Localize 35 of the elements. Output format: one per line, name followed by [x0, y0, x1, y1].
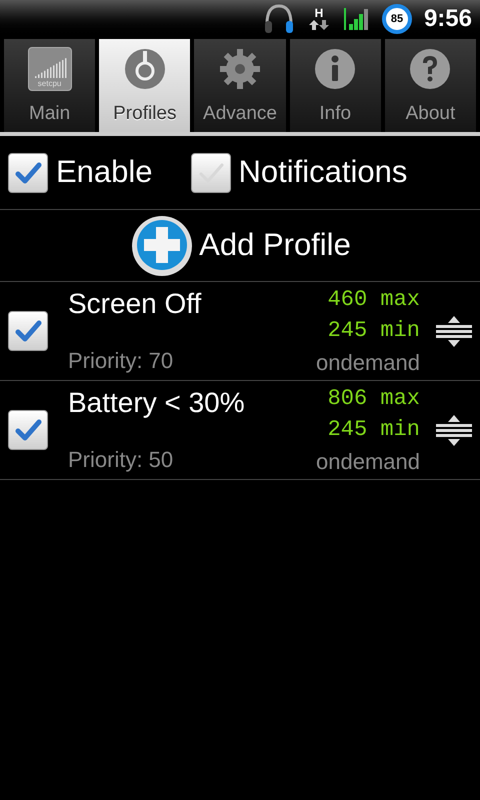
checkbox-label: Notifications — [238, 153, 408, 192]
profile-priority: Priority: 50 — [68, 449, 174, 471]
logo-text: setcpu — [38, 80, 62, 88]
tab[interactable]: About — [384, 39, 476, 132]
bar-chart-icon — [32, 58, 67, 80]
drag-handle-icon[interactable] — [436, 414, 472, 446]
tab[interactable]: Profiles — [99, 39, 190, 132]
info-icon — [313, 47, 358, 91]
max-frequency: 460 max — [328, 286, 420, 314]
data-arrows-icon — [308, 19, 330, 31]
drag-handle-icon[interactable] — [436, 315, 472, 347]
profile-priority: Priority: 70 — [68, 350, 174, 372]
max-frequency: 806 max — [328, 385, 420, 412]
checkbox[interactable] — [190, 152, 231, 192]
profile-name: Battery < 30% — [68, 389, 246, 417]
add-profile-button[interactable]: Add Profile — [0, 210, 480, 282]
checkbox[interactable] — [8, 152, 48, 192]
power-knob-icon — [122, 47, 167, 91]
checkbox-label: Enable — [56, 153, 153, 192]
min-frequency: 245 min — [328, 416, 420, 444]
tab[interactable]: Info — [290, 39, 381, 132]
network-type: H — [314, 7, 324, 19]
governor: ondemand — [316, 448, 420, 475]
tab[interactable]: Advance — [194, 39, 286, 132]
tab[interactable]: setcpu Main — [4, 39, 96, 132]
checkbox[interactable] — [8, 311, 48, 351]
profile-name: Screen Off — [68, 290, 202, 318]
min-frequency: 245 min — [328, 317, 420, 345]
clock: 9:56 — [424, 4, 472, 34]
checkbox[interactable] — [8, 410, 48, 450]
help-icon — [408, 47, 452, 91]
governor: ondemand — [316, 348, 420, 376]
gear-icon — [218, 47, 262, 91]
battery-indicator: 85 — [382, 4, 412, 34]
signal-icon — [342, 6, 370, 32]
